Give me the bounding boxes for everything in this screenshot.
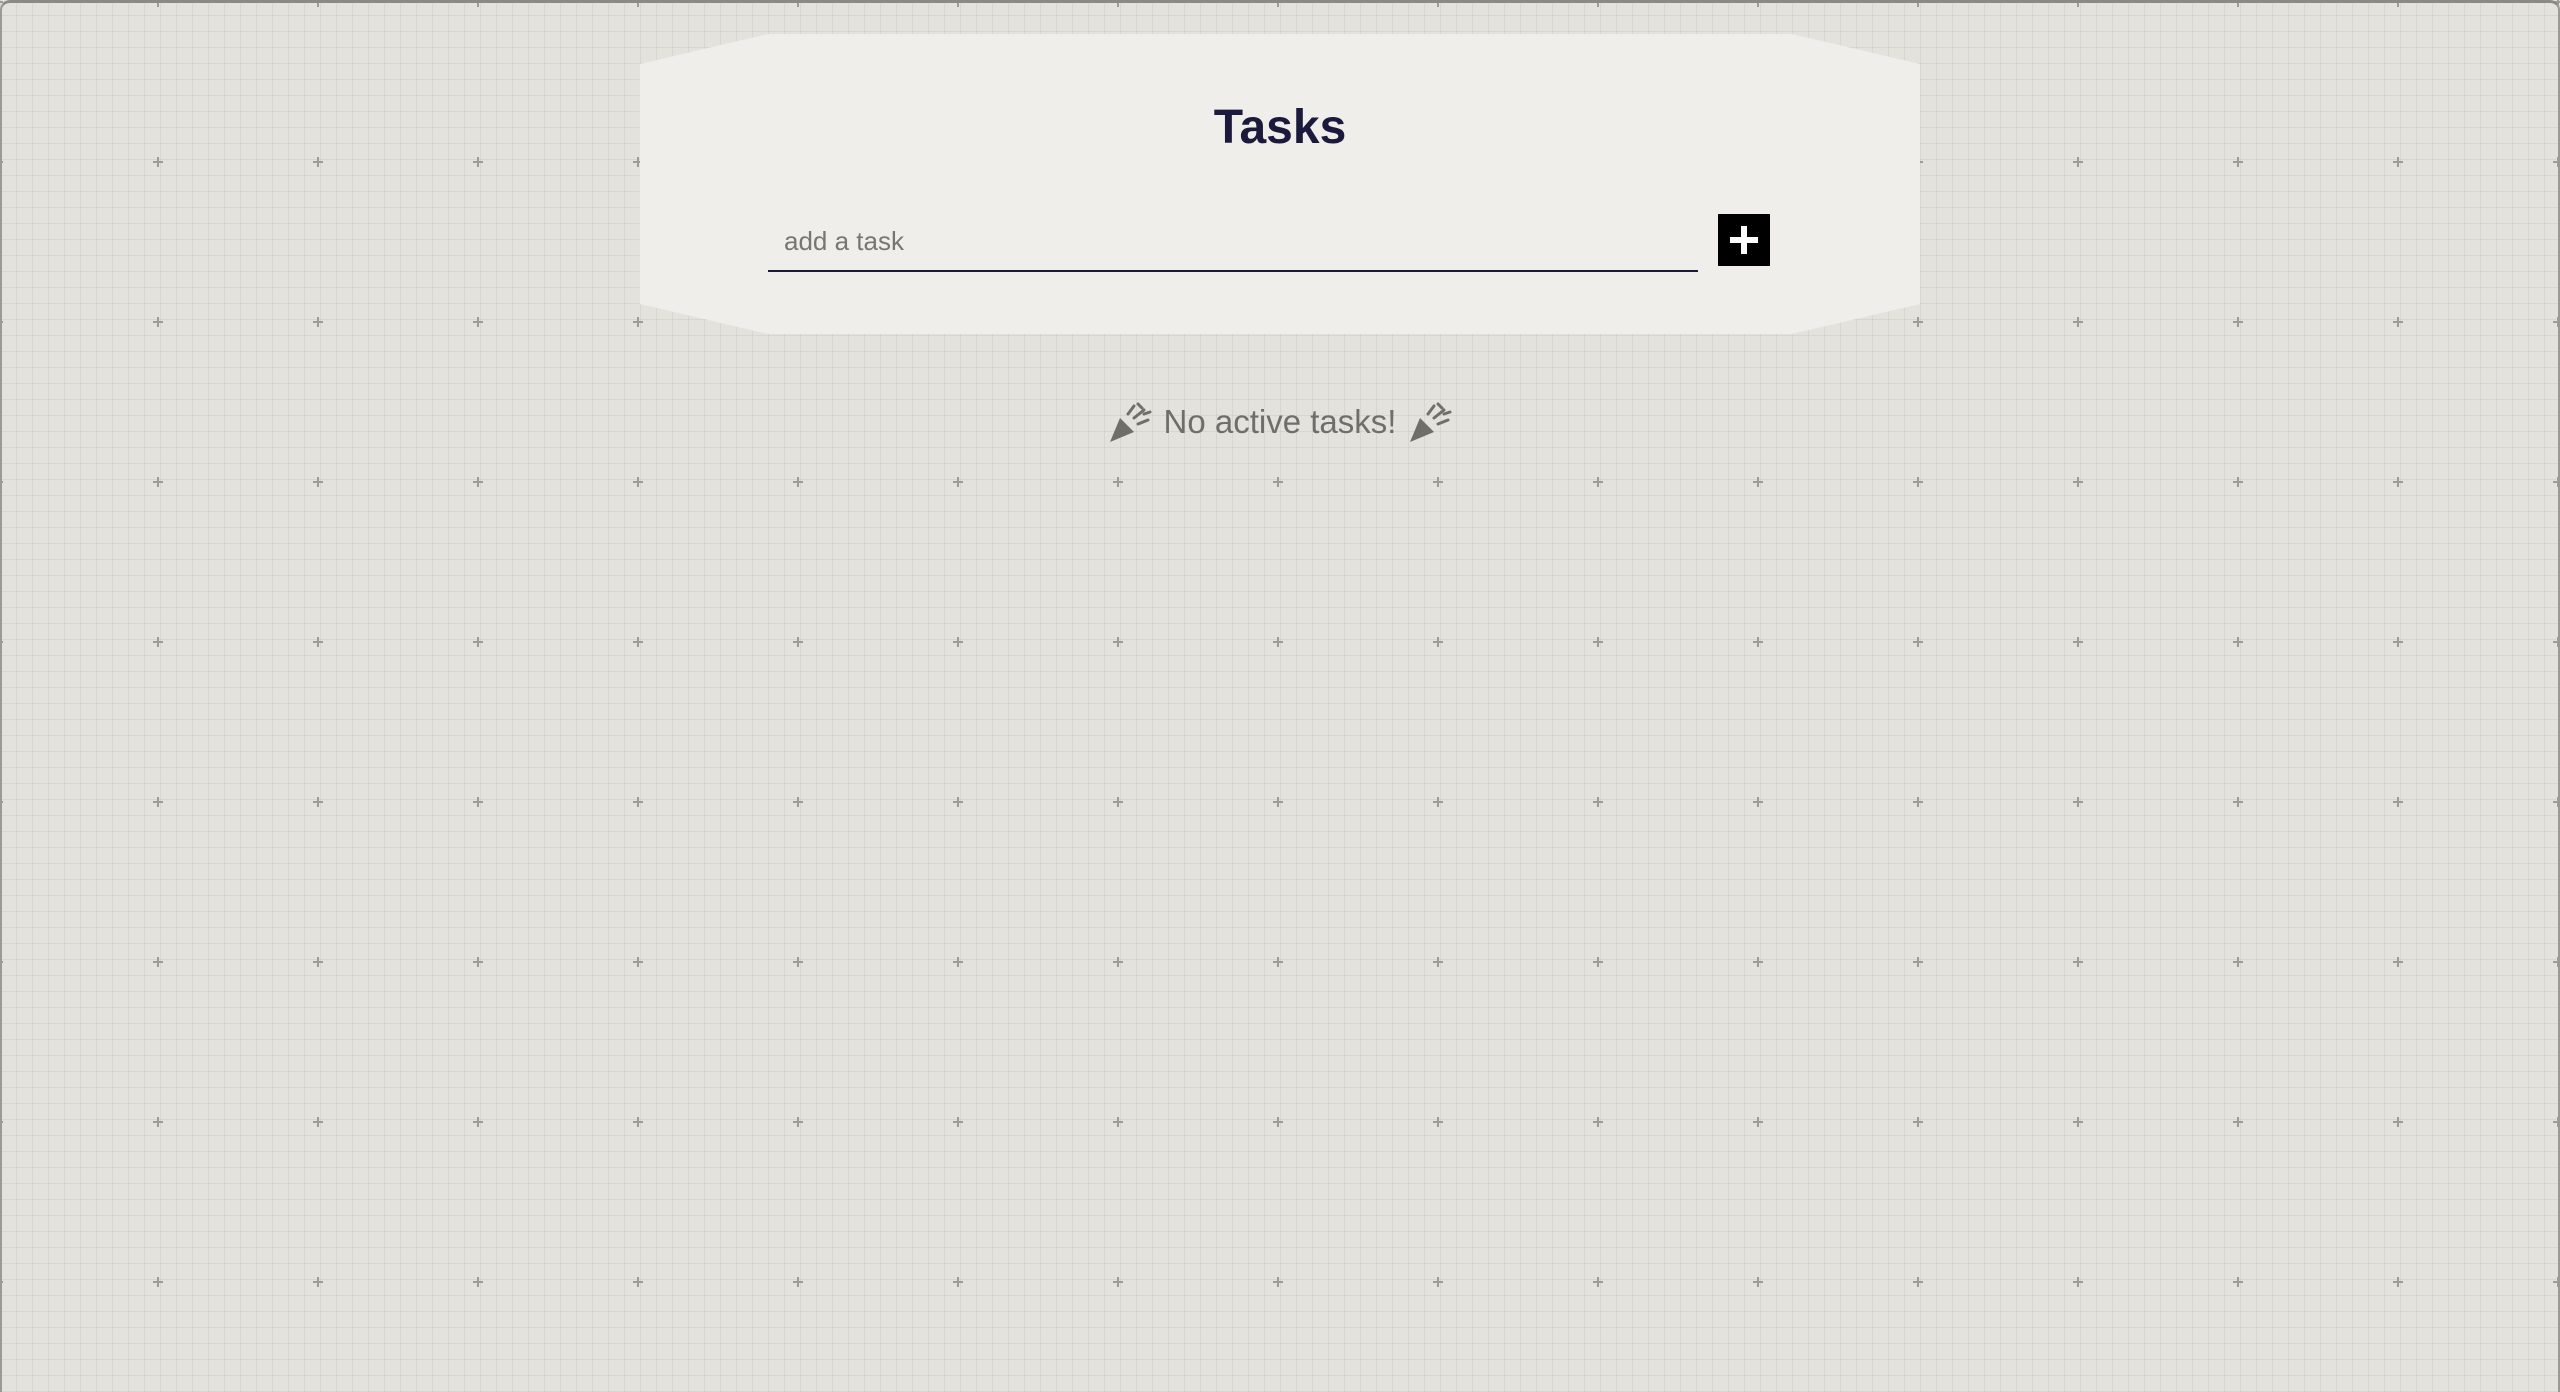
empty-state-message: No active tasks!	[1163, 403, 1397, 440]
empty-state: No active tasks!	[0, 396, 2560, 448]
party-popper-icon	[1109, 402, 1152, 442]
page-title: Tasks	[1213, 101, 1347, 154]
plus-icon	[1718, 214, 1770, 266]
task-entry-panel: Tasks	[640, 34, 1920, 334]
add-task-button[interactable]	[1718, 214, 1770, 266]
add-task-input[interactable]	[768, 212, 1698, 272]
party-popper-icon	[1410, 402, 1452, 442]
